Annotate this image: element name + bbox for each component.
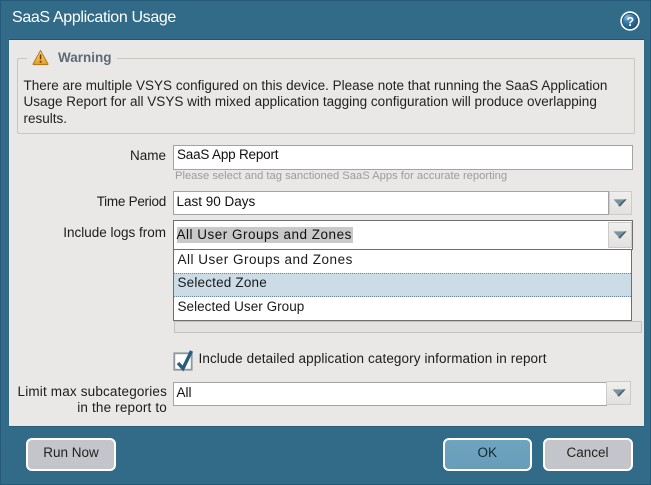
svg-text:?: ? (626, 15, 634, 29)
